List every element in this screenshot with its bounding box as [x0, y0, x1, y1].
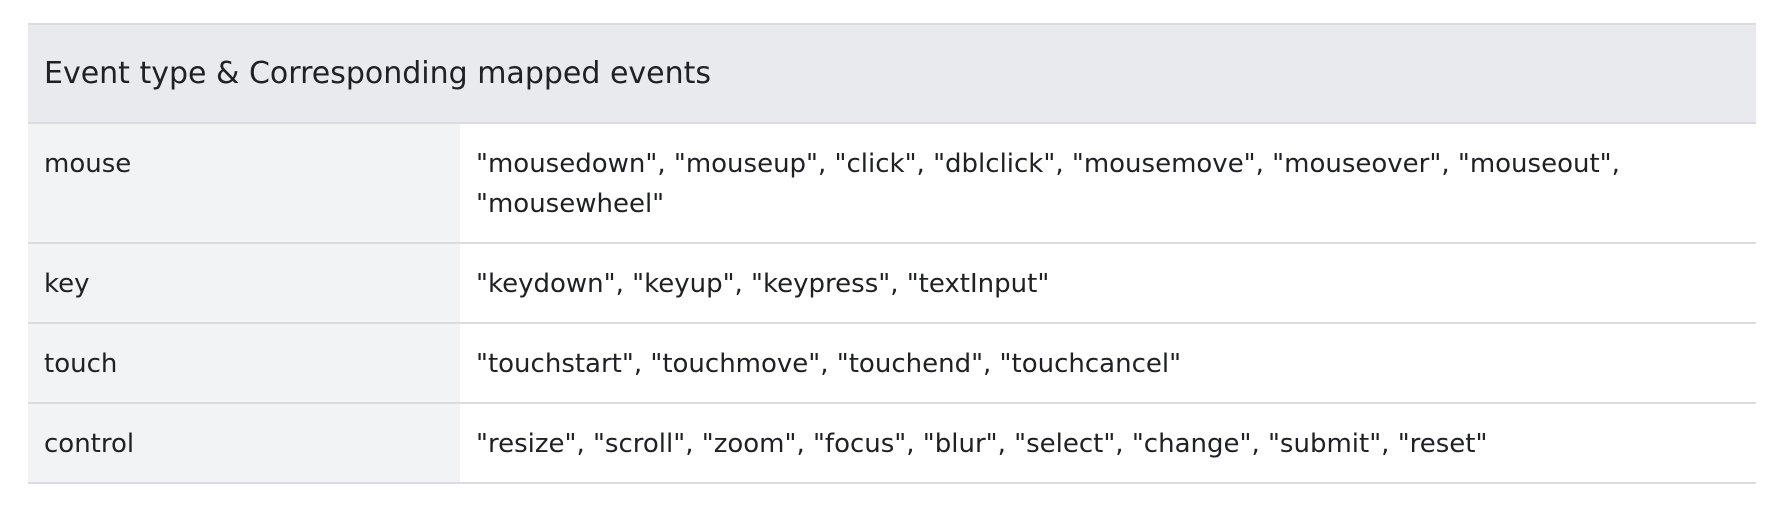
event-type-cell: mouse	[28, 123, 460, 244]
event-type-cell: control	[28, 403, 460, 484]
mapped-events-cell: "touchstart", "touchmove", "touchend", "…	[460, 323, 1756, 404]
table-row: mouse "mousedown", "mouseup", "click", "…	[28, 123, 1756, 244]
event-type-cell: key	[28, 243, 460, 324]
table-row: control "resize", "scroll", "zoom", "foc…	[28, 403, 1756, 484]
event-type-cell: touch	[28, 323, 460, 404]
table-header-row: Event type & Corresponding mapped events	[28, 23, 1756, 124]
table-row: key "keydown", "keyup", "keypress", "tex…	[28, 243, 1756, 324]
table-row: touch "touchstart", "touchmove", "touche…	[28, 323, 1756, 404]
event-mapping-table-container: Event type & Corresponding mapped events…	[28, 23, 1756, 484]
table-header: Event type & Corresponding mapped events	[28, 23, 1756, 124]
table-header-title: Event type & Corresponding mapped events	[28, 23, 1756, 124]
table-body: mouse "mousedown", "mouseup", "click", "…	[28, 123, 1756, 484]
mapped-events-cell: "resize", "scroll", "zoom", "focus", "bl…	[460, 403, 1756, 484]
event-mapping-table: Event type & Corresponding mapped events…	[28, 23, 1756, 484]
mapped-events-cell: "mousedown", "mouseup", "click", "dblcli…	[460, 123, 1756, 244]
mapped-events-cell: "keydown", "keyup", "keypress", "textInp…	[460, 243, 1756, 324]
